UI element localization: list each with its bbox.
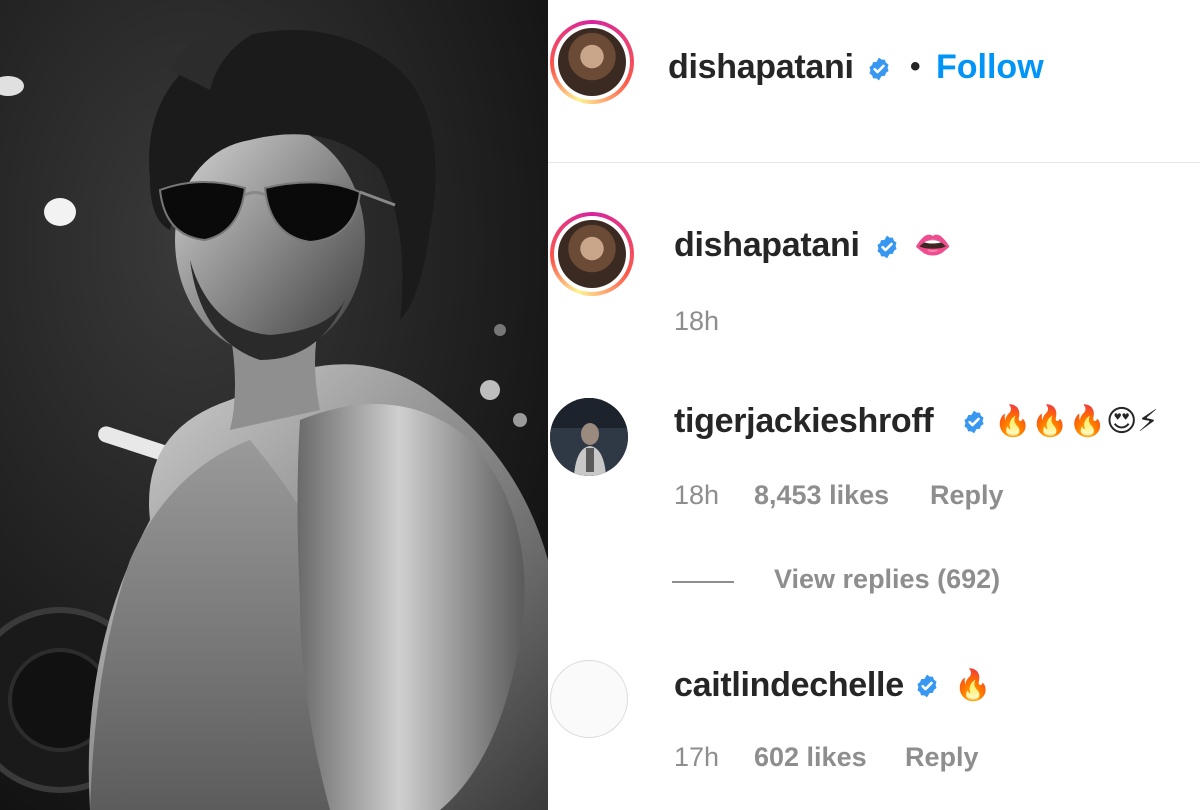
comment-text: 🔥 [954, 668, 992, 703]
view-replies-button[interactable]: View replies (692) [774, 564, 1000, 595]
comment-username[interactable]: caitlindechelle [674, 666, 904, 705]
header-divider [548, 162, 1200, 163]
comments-panel: dishapatani • Follow dishapatani 👄 18h t… [548, 0, 1200, 810]
comment-time[interactable]: 18h [674, 480, 719, 511]
view-replies-line [672, 581, 734, 583]
comment-time[interactable]: 18h [674, 306, 719, 337]
comment-likes[interactable]: 8,453 likes [754, 480, 889, 511]
avatar [550, 398, 628, 476]
header-separator: • [910, 50, 921, 83]
comment-username[interactable]: dishapatani [674, 226, 860, 265]
post-photo-illustration [0, 0, 548, 810]
comment-time[interactable]: 17h [674, 742, 719, 773]
comment-avatar[interactable] [550, 660, 628, 738]
reply-button[interactable]: Reply [905, 742, 979, 773]
comment-text: 👄 [914, 228, 952, 263]
post-author-username[interactable]: dishapatani [668, 48, 854, 87]
verified-badge-icon [964, 410, 984, 434]
reply-button[interactable]: Reply [930, 480, 1004, 511]
post-author-avatar[interactable] [550, 20, 634, 104]
comment-text: 🔥🔥🔥😍⚡ [994, 404, 1159, 439]
post-photo[interactable] [0, 0, 548, 810]
comment-avatar[interactable] [550, 212, 634, 296]
verified-badge-icon [917, 674, 937, 698]
comment-likes[interactable]: 602 likes [754, 742, 867, 773]
follow-button[interactable]: Follow [936, 48, 1044, 87]
verified-badge-icon [869, 57, 889, 81]
verified-badge-icon [877, 235, 897, 259]
comment-avatar[interactable] [550, 398, 628, 476]
comment-username[interactable]: tigerjackieshroff [674, 402, 934, 441]
